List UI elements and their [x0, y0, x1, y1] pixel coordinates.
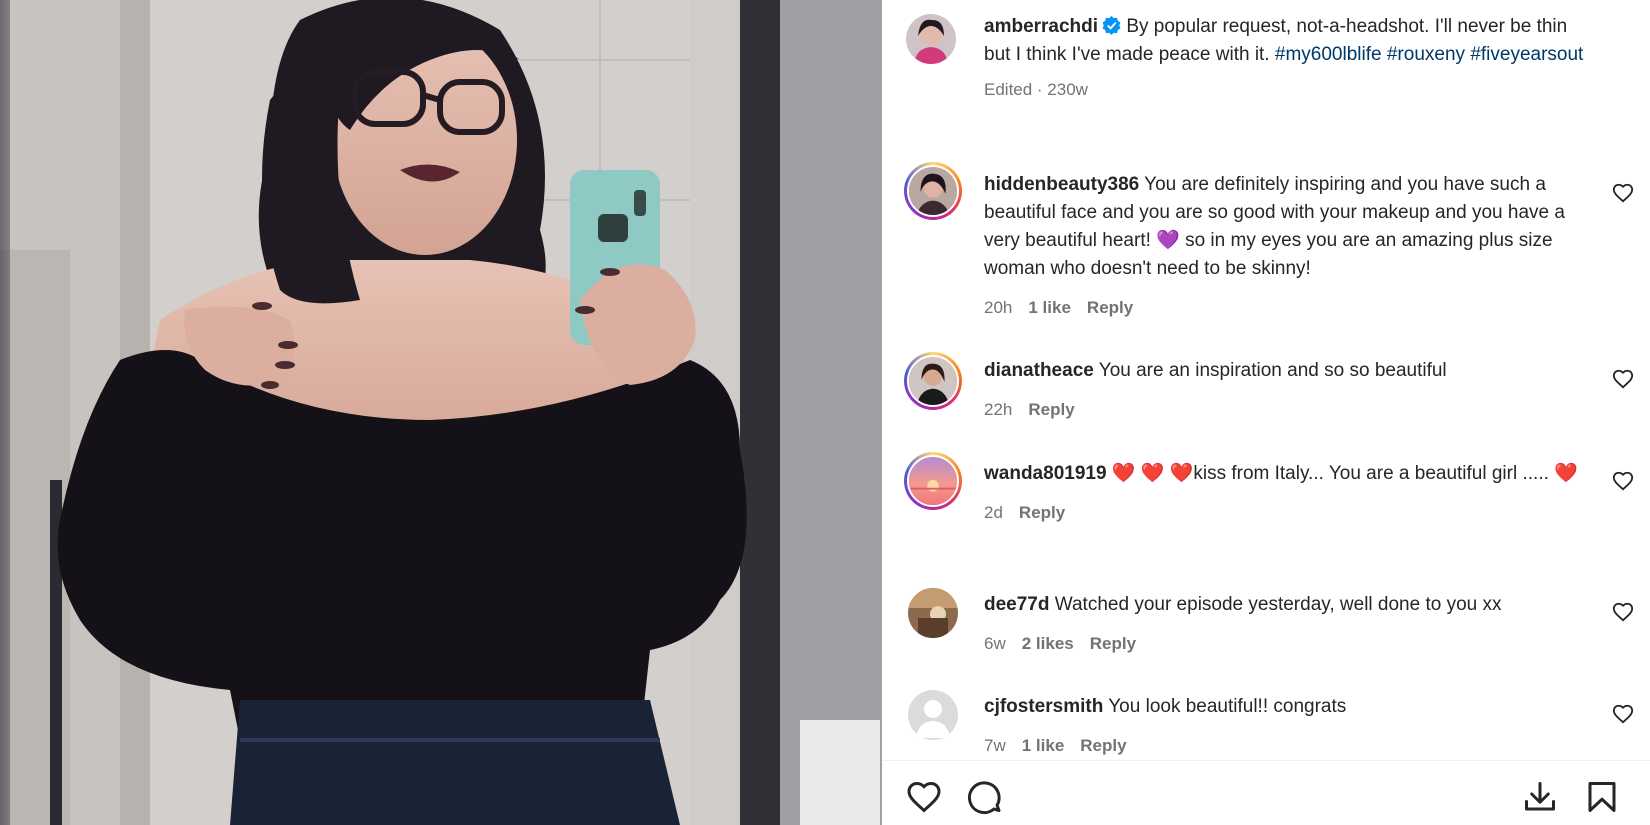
default-avatar-icon: [908, 690, 958, 740]
reply-button[interactable]: Reply: [1090, 634, 1136, 653]
download-icon[interactable]: [1522, 779, 1558, 815]
commenter-avatar[interactable]: [904, 352, 962, 410]
heart-icon[interactable]: [1612, 182, 1634, 204]
comment-meta: 20h 1 like Reply: [984, 297, 1584, 319]
hashtag[interactable]: #rouxeny: [1387, 44, 1465, 65]
comment-time: 6w: [984, 634, 1006, 653]
comment-meta: 22h Reply: [984, 399, 1584, 421]
heart-icon[interactable]: [1612, 601, 1634, 623]
hashtag[interactable]: #my600lblife: [1275, 44, 1382, 65]
comment-time: 7w: [984, 736, 1006, 755]
hashtag[interactable]: #fiveyearsout: [1470, 44, 1583, 65]
comment-username[interactable]: cjfostersmith: [984, 696, 1103, 717]
bookmark-icon[interactable]: [1584, 779, 1620, 815]
commenter-avatar[interactable]: [908, 588, 958, 638]
comment-username[interactable]: dianatheace: [984, 360, 1094, 381]
heart-icon[interactable]: [906, 779, 942, 815]
comment-likes[interactable]: 1 like: [1028, 298, 1071, 317]
comment-username[interactable]: wanda801919: [984, 463, 1107, 484]
reply-button[interactable]: Reply: [1087, 298, 1133, 317]
reply-button[interactable]: Reply: [1028, 400, 1074, 419]
comment-meta: 2d Reply: [984, 502, 1584, 524]
comment-text: You look beautiful!! congrats: [1108, 696, 1347, 717]
comment-icon[interactable]: [966, 779, 1002, 815]
comment-text: Watched your episode yesterday, well don…: [1054, 594, 1502, 615]
verified-badge-icon: [1102, 16, 1121, 35]
commenter-avatar-image: [909, 167, 957, 215]
heart-icon[interactable]: [1612, 470, 1634, 492]
post-action-bar: [882, 760, 1650, 825]
comment-likes[interactable]: 1 like: [1022, 736, 1065, 755]
commenter-avatar-image: [908, 588, 958, 638]
heart-icon[interactable]: [1612, 703, 1634, 725]
commenter-avatar[interactable]: [904, 162, 962, 220]
comment-text: ❤️ ❤️ ❤️kiss from Italy... You are a bea…: [1111, 463, 1578, 484]
commenter-avatar[interactable]: [908, 690, 958, 740]
commenter-avatar-image: [909, 357, 957, 405]
comment-text: You are an inspiration and so so beautif…: [1098, 360, 1447, 381]
author-avatar[interactable]: [906, 14, 956, 64]
comment-time: 22h: [984, 400, 1013, 419]
comment-time: 2d: [984, 503, 1003, 522]
comment-username[interactable]: dee77d: [984, 594, 1049, 615]
commenter-avatar[interactable]: [904, 452, 962, 510]
caption-text: amberrachdi By popular request, not-a-he…: [984, 13, 1584, 101]
author-username[interactable]: amberrachdi: [984, 16, 1098, 37]
author-avatar-image: [906, 14, 956, 64]
comment-username[interactable]: hiddenbeauty386: [984, 174, 1139, 195]
caption-meta: Edited · 230w: [984, 80, 1088, 99]
comments-panel: amberrachdi By popular request, not-a-he…: [882, 0, 1650, 825]
comment-meta: 7w 1 like Reply: [984, 735, 1584, 757]
reply-button[interactable]: Reply: [1019, 503, 1065, 522]
comment-meta: 6w 2 likes Reply: [984, 633, 1584, 655]
comment-likes[interactable]: 2 likes: [1022, 634, 1074, 653]
commenter-avatar-image: [909, 457, 957, 505]
post-photo: [0, 0, 882, 825]
heart-icon[interactable]: [1612, 368, 1634, 390]
reply-button[interactable]: Reply: [1080, 736, 1126, 755]
comment-time: 20h: [984, 298, 1013, 317]
